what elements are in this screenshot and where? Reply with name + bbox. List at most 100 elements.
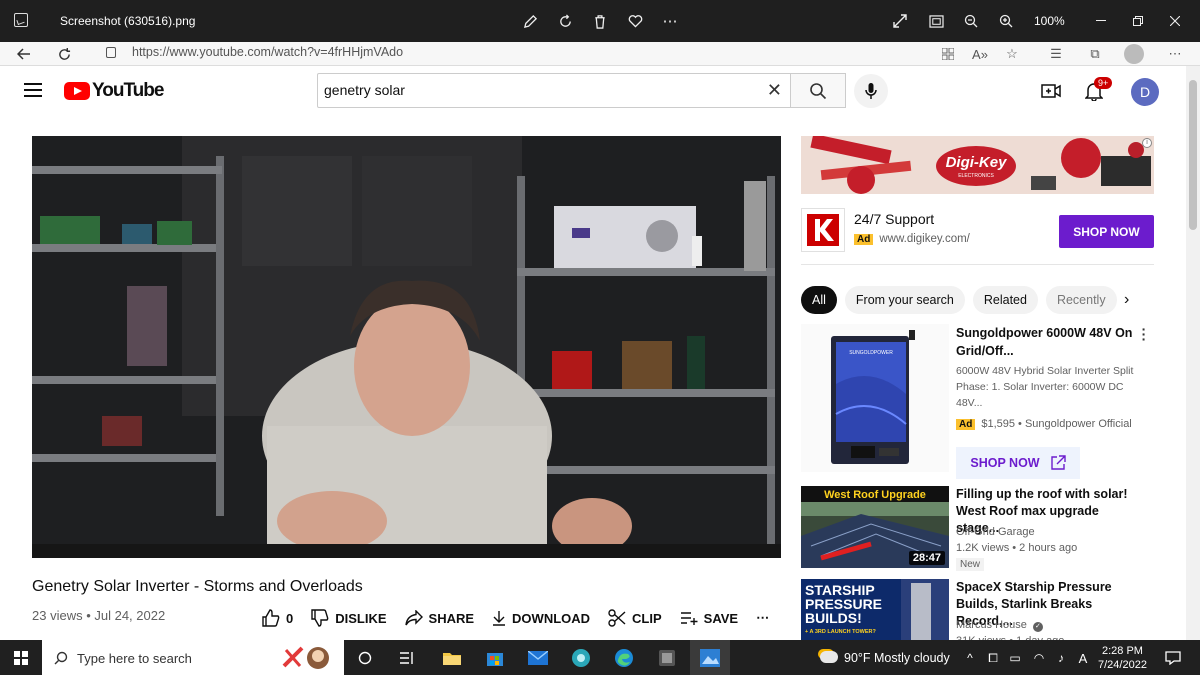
microsoft-store-icon[interactable] [483, 646, 507, 670]
youtube-logo-text: YouTube [92, 80, 164, 101]
favorites-list-icon[interactable]: ☰ [1046, 44, 1066, 64]
more-options-icon[interactable]: ⋯ [660, 11, 680, 31]
download-button[interactable]: DOWNLOAD [492, 610, 590, 626]
system-clock[interactable]: 2:28 PM 7/24/2022 [1098, 644, 1147, 672]
product-shop-now-button[interactable]: SHOP NOW [956, 447, 1080, 479]
clock-date: 7/24/2022 [1098, 659, 1147, 671]
product-description: 6000W 48V Hybrid Solar Inverter Split Ph… [956, 365, 1134, 409]
clip-label: CLIP [632, 610, 662, 626]
edit-icon[interactable] [520, 11, 540, 31]
video-thumbnail[interactable]: West Roof Upgrade 28:47 [801, 486, 949, 568]
download-label: DOWNLOAD [512, 610, 591, 626]
minimize-icon[interactable] [1091, 11, 1111, 31]
page-scrollbar[interactable] [1186, 66, 1200, 640]
widgets-icon[interactable] [395, 646, 419, 670]
close-window-icon[interactable] [1165, 11, 1185, 31]
save-button[interactable]: SAVE [680, 611, 738, 626]
battery-icon[interactable]: ▭ [1006, 646, 1024, 670]
video-views-date: 23 views • Jul 24, 2022 [32, 608, 166, 623]
ad-headline[interactable]: 24/7 Support [854, 211, 934, 227]
menu-hamburger-icon[interactable] [24, 83, 42, 97]
language-ime-icon[interactable]: A [1074, 646, 1092, 670]
youtube-logo[interactable]: YouTube [64, 80, 164, 102]
refresh-icon[interactable] [52, 43, 76, 65]
photos-app-taskbar-icon[interactable] [698, 646, 722, 670]
video-thumbnail[interactable]: STARSHIP PRESSURE BUILDS! + A 3RD LAUNCH… [801, 579, 949, 640]
clock-time: 2:28 PM [1101, 645, 1143, 657]
read-aloud-icon[interactable]: A» [970, 44, 990, 64]
dislike-label: DISLIKE [335, 610, 387, 626]
ad-shop-now-button[interactable]: SHOP NOW [1059, 215, 1154, 248]
chevron-right-icon[interactable]: › [1124, 291, 1129, 309]
mail-icon[interactable] [526, 646, 550, 670]
create-video-icon[interactable] [1039, 79, 1063, 103]
address-bar[interactable]: https://www.youtube.com/watch?v=4frHHjmV… [92, 42, 952, 64]
delete-icon[interactable] [590, 11, 610, 31]
dislike-button[interactable]: DISLIKE [311, 609, 387, 627]
taskbar-search-box[interactable]: Type here to search [42, 640, 344, 675]
advertiser-logo[interactable] [801, 208, 845, 252]
search-input[interactable] [324, 82, 744, 98]
network-device-icon[interactable]: ⧠ [985, 646, 1001, 670]
account-avatar[interactable]: D [1131, 78, 1159, 106]
more-actions-icon[interactable]: ⋯ [756, 610, 769, 626]
video-actions: 0 DISLIKE SHARE DOWNLOAD CLIP SAVE ⋯ [262, 607, 787, 629]
screen: Screenshot (630516).png ⋯ 100% https://w… [0, 0, 1200, 675]
scrollbar-thumb[interactable] [1189, 80, 1197, 230]
notification-center-icon[interactable] [1163, 646, 1183, 670]
like-button[interactable]: 0 [262, 609, 293, 627]
chip-from-your-search[interactable]: From your search [844, 286, 965, 314]
browser-menu-icon[interactable]: ⋯ [1165, 44, 1185, 64]
taskbar-search-placeholder: Type here to search [77, 651, 192, 666]
chip-related[interactable]: Related [972, 286, 1038, 314]
wifi-icon[interactable]: ◠ [1030, 646, 1048, 670]
filter-chips: All From your search Related Recently [801, 286, 1125, 314]
collections-icon[interactable]: ⧉ [1085, 44, 1105, 64]
favorite-star-icon[interactable]: ☆ [1002, 44, 1022, 64]
kebab-menu-icon[interactable]: · · · [1139, 322, 1149, 346]
clear-search-icon[interactable]: ✕ [767, 80, 782, 101]
video-duration: 28:47 [908, 551, 945, 565]
product-brand-text: SUNGOLDPOWER [849, 350, 893, 356]
favorite-heart-icon[interactable] [625, 11, 645, 31]
browser-profile-avatar[interactable] [1124, 44, 1144, 64]
ad-url-line: Ad www.digikey.com/ [854, 233, 970, 245]
task-view-icon[interactable] [353, 646, 377, 670]
windows-start-icon[interactable] [14, 651, 28, 665]
share-button[interactable]: SHARE [404, 610, 474, 626]
clip-button[interactable]: CLIP [608, 609, 662, 627]
file-explorer-icon[interactable] [440, 646, 464, 670]
expand-icon[interactable] [890, 11, 910, 31]
product-image[interactable]: SUNGOLDPOWER [801, 324, 949, 472]
chip-recently[interactable]: Recently [1045, 286, 1117, 314]
restore-window-icon[interactable] [1128, 11, 1148, 31]
edge-browser-icon[interactable] [612, 646, 636, 670]
product-title[interactable]: Sungoldpower 6000W 48V On Grid/Off... [956, 324, 1136, 360]
back-arrow-icon[interactable] [12, 43, 36, 65]
fit-window-icon[interactable] [926, 11, 946, 31]
apps-grid-icon[interactable] [938, 44, 958, 64]
search-highlight-icon [282, 646, 329, 669]
zoom-out-icon[interactable] [961, 11, 981, 31]
chip-all[interactable]: All [801, 286, 837, 314]
rec-channel-name[interactable]: Marcus House [956, 619, 1027, 631]
browser-app-icon[interactable] [569, 646, 593, 670]
ad-banner-image[interactable]: Digi-Key ELECTRONICS [801, 136, 1154, 194]
weather-widget[interactable]: 90°F Mostly cloudy [820, 651, 950, 665]
zoom-in-icon[interactable] [996, 11, 1016, 31]
video-player[interactable] [32, 136, 781, 558]
rec-channel-name[interactable]: Off-Grid Garage [956, 526, 1035, 538]
notification-count-badge: 9+ [1094, 77, 1113, 89]
video-title: Genetry Solar Inverter - Storms and Over… [32, 578, 363, 595]
rotate-icon[interactable] [555, 11, 575, 31]
volume-icon[interactable]: ♪ [1052, 646, 1070, 670]
search-button[interactable] [790, 73, 846, 108]
banner-brand-text: Digi-Key [946, 154, 1008, 171]
media-app-icon[interactable] [655, 646, 679, 670]
show-hidden-icons-chevron-icon[interactable]: ^ [963, 646, 977, 670]
url-text: https://www.youtube.com/watch?v=4frHHjmV… [132, 45, 404, 59]
photos-app-icon [14, 13, 28, 27]
new-badge: New [956, 558, 985, 571]
voice-search-button[interactable] [854, 74, 888, 108]
ad-info-icon[interactable]: i [1142, 138, 1152, 148]
